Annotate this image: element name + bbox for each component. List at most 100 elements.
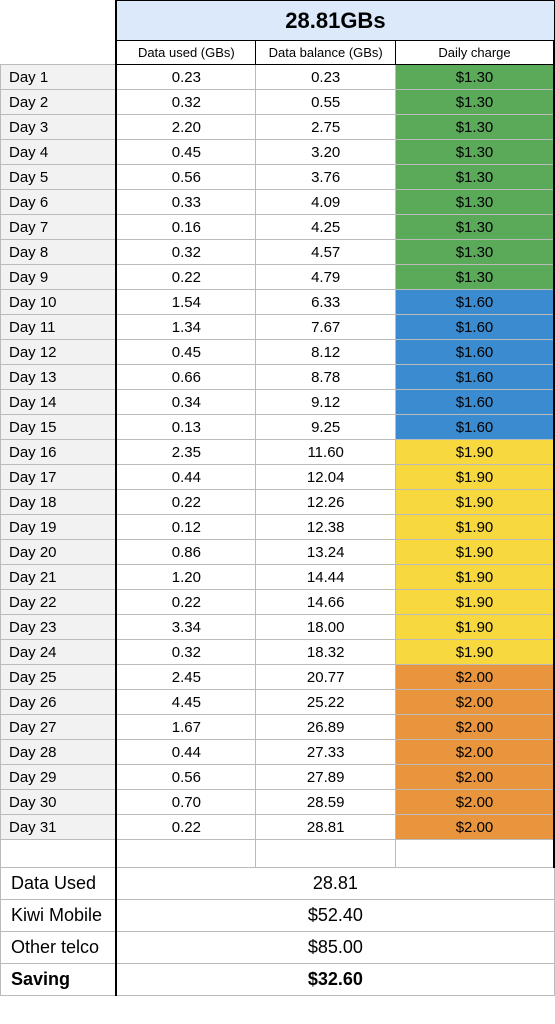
daily-charge: $1.60 — [395, 415, 554, 440]
table-row: Day 150.139.25$1.60 — [1, 415, 555, 440]
data-used: 0.22 — [116, 490, 256, 515]
daily-charge: $1.90 — [395, 565, 554, 590]
data-used: 0.45 — [116, 340, 256, 365]
day-label: Day 30 — [1, 790, 117, 815]
day-label: Day 6 — [1, 190, 117, 215]
day-label: Day 24 — [1, 640, 117, 665]
day-label: Day 9 — [1, 265, 117, 290]
table-row: Day 40.453.20$1.30 — [1, 140, 555, 165]
blank-cell — [395, 840, 554, 868]
table-row: Day 20.320.55$1.30 — [1, 90, 555, 115]
daily-charge: $1.90 — [395, 440, 554, 465]
data-used: 0.16 — [116, 215, 256, 240]
data-balance: 7.67 — [256, 315, 396, 340]
daily-charge: $1.90 — [395, 640, 554, 665]
data-used: 2.35 — [116, 440, 256, 465]
data-balance: 14.44 — [256, 565, 396, 590]
summary-value: $52.40 — [116, 900, 554, 932]
day-label: Day 11 — [1, 315, 117, 340]
daily-charge: $2.00 — [395, 740, 554, 765]
daily-charge: $1.30 — [395, 90, 554, 115]
daily-charge: $1.90 — [395, 515, 554, 540]
table-row: Day 80.324.57$1.30 — [1, 240, 555, 265]
data-balance: 0.55 — [256, 90, 396, 115]
data-balance: 12.38 — [256, 515, 396, 540]
daily-charge: $1.60 — [395, 290, 554, 315]
daily-charge: $2.00 — [395, 765, 554, 790]
daily-charge: $2.00 — [395, 790, 554, 815]
data-balance: 4.79 — [256, 265, 396, 290]
day-label: Day 23 — [1, 615, 117, 640]
daily-charge: $1.30 — [395, 115, 554, 140]
day-label: Day 21 — [1, 565, 117, 590]
data-balance: 28.59 — [256, 790, 396, 815]
day-label: Day 31 — [1, 815, 117, 840]
day-label: Day 29 — [1, 765, 117, 790]
blank-cell — [1, 1, 117, 41]
table-row: Day 120.458.12$1.60 — [1, 340, 555, 365]
daily-charge: $1.60 — [395, 315, 554, 340]
data-used: 0.44 — [116, 740, 256, 765]
blank-cell — [1, 840, 117, 868]
day-label: Day 7 — [1, 215, 117, 240]
day-label: Day 4 — [1, 140, 117, 165]
daily-charge: $1.60 — [395, 365, 554, 390]
day-label: Day 17 — [1, 465, 117, 490]
table-heading: 28.81GBs — [116, 1, 554, 41]
summary-row: Kiwi Mobile$52.40 — [1, 900, 555, 932]
daily-charge: $1.30 — [395, 165, 554, 190]
summary-row: Other telco$85.00 — [1, 932, 555, 964]
data-balance: 9.12 — [256, 390, 396, 415]
table-row: Day 310.2228.81$2.00 — [1, 815, 555, 840]
daily-charge: $1.30 — [395, 215, 554, 240]
data-balance: 18.00 — [256, 615, 396, 640]
data-balance: 12.26 — [256, 490, 396, 515]
data-used: 0.44 — [116, 465, 256, 490]
daily-charge: $1.90 — [395, 615, 554, 640]
table-row: Day 280.4427.33$2.00 — [1, 740, 555, 765]
daily-charge: $2.00 — [395, 665, 554, 690]
table-row: Day 90.224.79$1.30 — [1, 265, 555, 290]
data-used: 2.45 — [116, 665, 256, 690]
table-row: Day 140.349.12$1.60 — [1, 390, 555, 415]
data-balance: 4.09 — [256, 190, 396, 215]
summary-label: Other telco — [1, 932, 117, 964]
daily-charge: $2.00 — [395, 715, 554, 740]
table-row: Day 190.1212.38$1.90 — [1, 515, 555, 540]
data-balance: 18.32 — [256, 640, 396, 665]
table-row: Day 200.8613.24$1.90 — [1, 540, 555, 565]
summary-row: Saving$32.60 — [1, 964, 555, 996]
table-row: Day 32.202.75$1.30 — [1, 115, 555, 140]
table-row: Day 211.2014.44$1.90 — [1, 565, 555, 590]
data-used: 3.34 — [116, 615, 256, 640]
day-label: Day 2 — [1, 90, 117, 115]
data-balance: 9.25 — [256, 415, 396, 440]
summary-label: Data Used — [1, 868, 117, 900]
day-label: Day 3 — [1, 115, 117, 140]
day-label: Day 5 — [1, 165, 117, 190]
data-used: 0.45 — [116, 140, 256, 165]
data-used: 1.20 — [116, 565, 256, 590]
data-balance: 11.60 — [256, 440, 396, 465]
table-row: Day 50.563.76$1.30 — [1, 165, 555, 190]
day-label: Day 14 — [1, 390, 117, 415]
header-row: Data used (GBs)Data balance (GBs)Daily c… — [1, 41, 555, 65]
table-row: Day 271.6726.89$2.00 — [1, 715, 555, 740]
data-used: 0.23 — [116, 65, 256, 90]
data-used: 1.54 — [116, 290, 256, 315]
data-balance: 8.12 — [256, 340, 396, 365]
table-row: Day 233.3418.00$1.90 — [1, 615, 555, 640]
usage-table: 28.81GBsData used (GBs)Data balance (GBs… — [0, 0, 555, 996]
data-balance: 20.77 — [256, 665, 396, 690]
data-balance: 27.89 — [256, 765, 396, 790]
table-row: Day 290.5627.89$2.00 — [1, 765, 555, 790]
day-label: Day 25 — [1, 665, 117, 690]
data-used: 1.34 — [116, 315, 256, 340]
day-label: Day 19 — [1, 515, 117, 540]
table-row: Day 70.164.25$1.30 — [1, 215, 555, 240]
table-row: Day 180.2212.26$1.90 — [1, 490, 555, 515]
data-balance: 27.33 — [256, 740, 396, 765]
summary-label: Saving — [1, 964, 117, 996]
daily-charge: $2.00 — [395, 690, 554, 715]
table-row: Day 170.4412.04$1.90 — [1, 465, 555, 490]
